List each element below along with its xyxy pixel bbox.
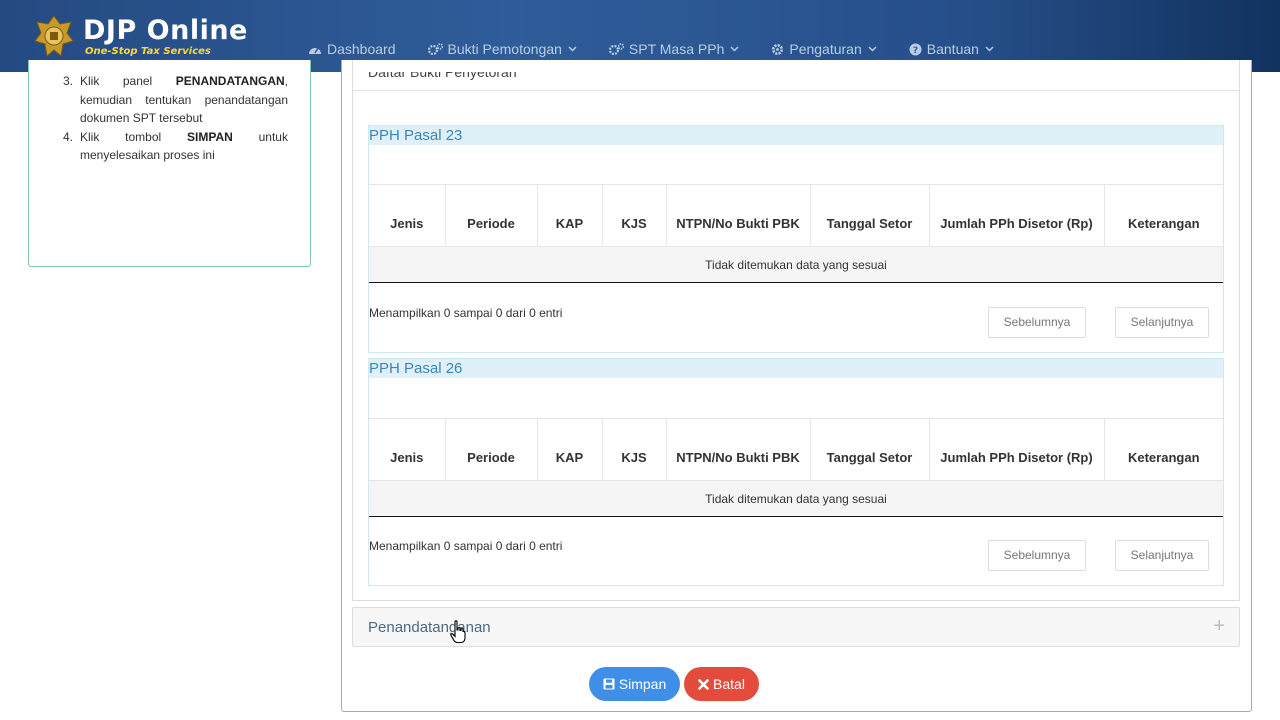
cancel-button-label: Batal (713, 676, 745, 692)
column-header-keterangan[interactable]: Keterangan (1103, 418, 1223, 481)
empty-table-message: Tidak ditemukan data yang sesuai (369, 480, 1223, 517)
table-header-row: Jenis Periode KAP KJS NTPN/No Bukti PBK … (369, 184, 1223, 247)
nav-bukti-pemotongan-label: Bukti Pemotongan (447, 41, 562, 57)
next-page-button[interactable]: Selanjutnya (1115, 307, 1209, 338)
payment-list-title: Daftar Bukti Penyetoran (368, 72, 517, 80)
empty-table-message: Tidak ditemukan data yang sesuai (369, 246, 1223, 283)
pph26-section: PPH Pasal 26 Jenis Periode KAP KJS NTPN/… (368, 358, 1224, 586)
brand[interactable]: DJP Online One-Stop Tax Services (33, 12, 248, 62)
cancel-button[interactable]: Batal (684, 667, 759, 701)
chevron-down-icon (868, 46, 877, 52)
column-header-jumlah-pph[interactable]: Jumlah PPh Disetor (Rp) (928, 418, 1104, 481)
save-button[interactable]: Simpan (589, 667, 680, 701)
signer-panel-title: Penandatanganan (368, 619, 491, 636)
column-header-kap[interactable]: KAP (536, 418, 602, 481)
gear-icon (772, 43, 784, 55)
table-info: Menampilkan 0 sampai 0 dari 0 entri (369, 306, 563, 320)
payment-list-header: Daftar Bukti Penyetoran (352, 72, 1240, 91)
section-title: PPH Pasal 26 (369, 359, 1223, 378)
nav-bukti-pemotongan[interactable]: Bukti Pemotongan (427, 41, 577, 57)
step-keyword: PENANDATANGAN (175, 74, 285, 88)
close-icon (698, 678, 709, 690)
next-page-button[interactable]: Selanjutnya (1115, 540, 1209, 571)
column-header-ntpn[interactable]: NTPN/No Bukti PBK (665, 418, 810, 481)
column-header-tanggal-setor[interactable]: Tanggal Setor (809, 418, 929, 481)
section-title: PPH Pasal 23 (369, 126, 1223, 145)
nav-bantuan[interactable]: ? Bantuan (909, 41, 994, 57)
pph23-section: PPH Pasal 23 Jenis Periode KAP KJS NTPN/… (368, 125, 1224, 353)
step-text: Klik tombol (80, 129, 188, 144)
svg-text:?: ? (913, 46, 918, 56)
nav-pengaturan-label: Pengaturan (789, 41, 862, 57)
table-row: Tidak ditemukan data yang sesuai (369, 246, 1223, 283)
nav-dashboard-label: Dashboard (327, 41, 396, 57)
column-header-kjs[interactable]: KJS (601, 184, 666, 247)
column-header-kjs[interactable]: KJS (601, 418, 666, 481)
instruction-step: 3. Klik panel PENANDATANGAN, kemudian ten… (59, 72, 288, 128)
column-header-tanggal-setor[interactable]: Tanggal Setor (809, 184, 929, 247)
chevron-down-icon (730, 46, 739, 52)
plus-icon: + (1213, 615, 1225, 637)
column-header-jenis[interactable]: Jenis (369, 184, 445, 247)
table-info: Menampilkan 0 sampai 0 dari 0 entri (369, 539, 563, 553)
nav-bantuan-label: Bantuan (926, 41, 979, 57)
hand-pointer-icon (450, 620, 466, 644)
column-header-jenis[interactable]: Jenis (369, 418, 445, 481)
previous-page-button[interactable]: Sebelumnya (988, 307, 1086, 338)
previous-page-button[interactable]: Sebelumnya (988, 540, 1086, 571)
dashboard-icon (309, 47, 321, 54)
instruction-steps: 3. Klik panel PENANDATANGAN, kemudian ten… (59, 72, 288, 165)
djp-logo-icon (34, 15, 74, 57)
table-row: Tidak ditemukan data yang sesuai (369, 480, 1223, 517)
step-number: 3. (63, 74, 74, 88)
brand-subtitle: One-Stop Tax Services (85, 46, 211, 57)
nav-dashboard[interactable]: Dashboard (308, 41, 396, 57)
column-header-periode[interactable]: Periode (444, 418, 537, 481)
step-text: Klik panel (80, 74, 176, 88)
save-button-label: Simpan (618, 676, 667, 692)
instruction-step: 4. Klik tombol SIMPAN untuk menyelesaikan… (59, 128, 288, 165)
column-header-jumlah-pph[interactable]: Jumlah PPh Disetor (Rp) (928, 184, 1104, 247)
instructions-panel: 3. Klik panel PENANDATANGAN, kemudian ten… (28, 60, 311, 267)
cogs-icon (427, 43, 443, 55)
signer-panel-toggle[interactable]: Penandatanganan + (352, 607, 1240, 647)
main-nav: Dashboard Bukti Pemotongan SPT Masa PPh … (308, 38, 1026, 60)
floppy-disk-icon (603, 678, 615, 690)
cogs-icon (608, 43, 624, 55)
table-header-row: Jenis Periode KAP KJS NTPN/No Bukti PBK … (369, 418, 1223, 481)
step-keyword: SIMPAN (187, 129, 233, 144)
nav-spt-masa-pph-label: SPT Masa PPh (628, 41, 725, 57)
step-number: 4. (63, 129, 74, 144)
column-header-periode[interactable]: Periode (444, 184, 537, 247)
nav-pengaturan[interactable]: Pengaturan (771, 41, 877, 57)
brand-title: DJP Online (83, 15, 248, 46)
pph23-table: Jenis Periode KAP KJS NTPN/No Bukti PBK … (369, 184, 1223, 283)
nav-spt-masa-pph[interactable]: SPT Masa PPh (608, 41, 739, 57)
pph26-table: Jenis Periode KAP KJS NTPN/No Bukti PBK … (369, 418, 1223, 517)
question-circle-icon: ? (909, 43, 922, 56)
column-header-keterangan[interactable]: Keterangan (1103, 184, 1223, 247)
column-header-ntpn[interactable]: NTPN/No Bukti PBK (665, 184, 810, 247)
column-header-kap[interactable]: KAP (536, 184, 602, 247)
chevron-down-icon (985, 46, 994, 52)
chevron-down-icon (568, 46, 577, 52)
